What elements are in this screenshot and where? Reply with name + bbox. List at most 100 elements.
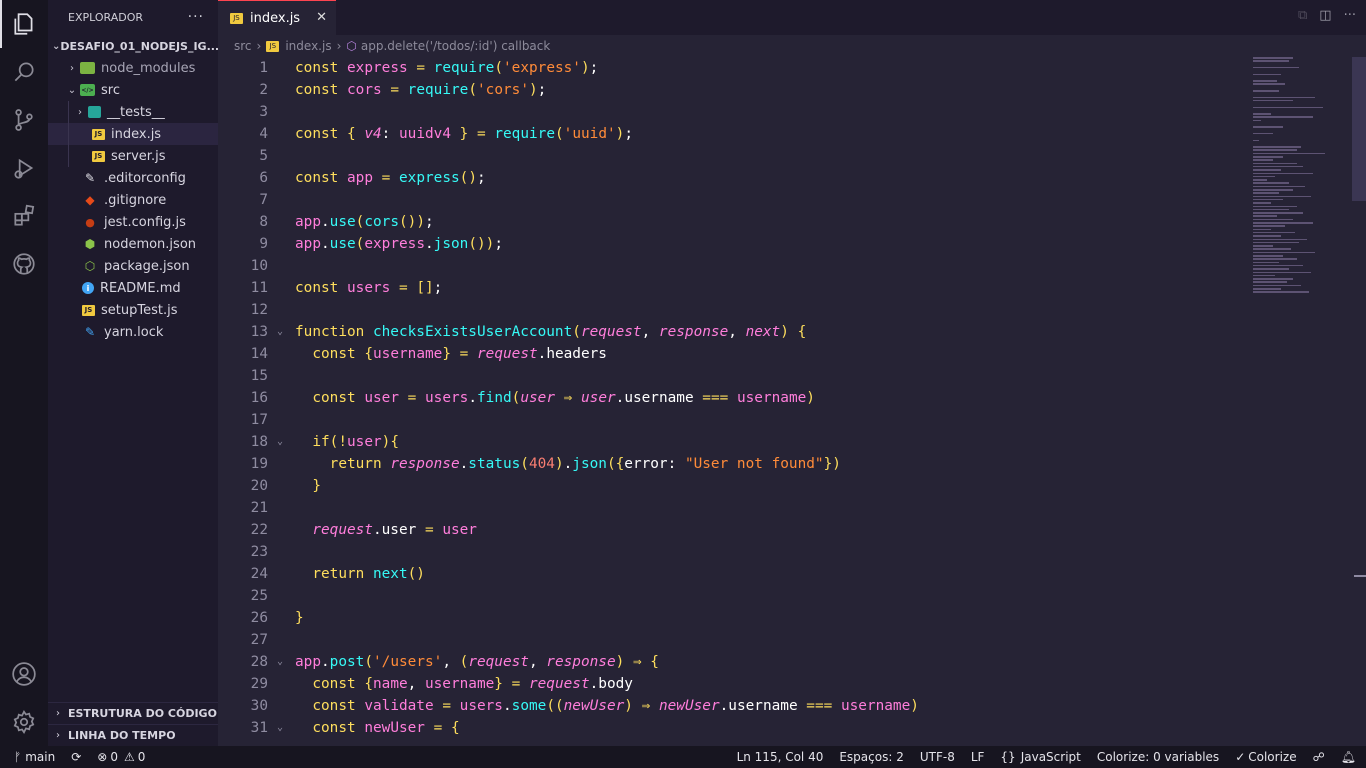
breadcrumb-folder[interactable]: src <box>234 39 252 53</box>
open-changes-icon[interactable]: ⧉ <box>1298 8 1307 23</box>
timeline-section[interactable]: › LINHA DO TEMPO <box>48 724 218 746</box>
explorer-title: EXPLORADOR <box>68 11 144 24</box>
notifications-bell-icon[interactable]: 🔔︎ <box>1341 750 1356 764</box>
minimap-line <box>1253 238 1307 240</box>
line-number: 22 <box>250 522 268 538</box>
tree-item-node-modules[interactable]: › node_modules <box>48 57 218 79</box>
code-line[interactable]: const newUser = { <box>295 717 459 739</box>
tab-bar: JS index.js ✕ ⧉ ◫ ··· <box>218 0 1366 35</box>
code-line[interactable]: return next() <box>295 563 425 585</box>
minimap-line <box>1253 225 1285 227</box>
problems-status[interactable]: ⊗ 0 ⚠ 0 <box>97 750 145 764</box>
js-icon: JS <box>92 150 105 162</box>
tree-item-label: yarn.lock <box>104 324 164 340</box>
code-line[interactable]: app.use(express.json()); <box>295 233 503 255</box>
tree-item-src[interactable]: ⌄ </> src <box>48 79 218 101</box>
line-number: 15 <box>250 368 268 384</box>
breadcrumb-file[interactable]: index.js <box>285 39 331 53</box>
code-line[interactable]: const users = []; <box>295 277 442 299</box>
tree-item-jest-config[interactable]: ● jest.config.js <box>48 211 218 233</box>
code-editor[interactable]: 1 const express = require('express'); 2 co… <box>218 57 1366 746</box>
minimap-line <box>1253 202 1271 204</box>
tree-item-label: __tests__ <box>107 104 165 120</box>
end-of-line[interactable]: LF <box>971 750 985 764</box>
status-bar: ᚠ main ⟳ ⊗ 0 ⚠ 0 Ln 115, Col 40 Espaços:… <box>0 746 1366 768</box>
tree-item-nodemon-json[interactable]: ⬢ nodemon.json <box>48 233 218 255</box>
tree-item-readme[interactable]: i README.md <box>48 277 218 299</box>
branch-status[interactable]: ᚠ main <box>14 750 55 764</box>
github-icon[interactable] <box>0 240 48 288</box>
minimap-line <box>1253 251 1315 254</box>
chevron-right-icon: › <box>256 39 262 53</box>
tree-item-setuptest[interactable]: JS setupTest.js <box>48 299 218 321</box>
account-icon[interactable] <box>0 650 48 698</box>
tab-index-js[interactable]: JS index.js ✕ <box>218 0 336 35</box>
minimap[interactable] <box>1251 57 1351 307</box>
sync-icon[interactable]: ⟳ <box>71 750 81 764</box>
tree-item-label: package.json <box>104 258 190 274</box>
tree-item-server-js[interactable]: JS server.js <box>48 145 218 167</box>
vertical-scrollbar[interactable] <box>1352 57 1366 746</box>
split-editor-icon[interactable]: ◫ <box>1319 8 1331 23</box>
nodemon-icon: ⬢ <box>84 237 96 251</box>
colorize-variables[interactable]: Colorize: 0 variables <box>1097 750 1219 764</box>
minimap-line <box>1253 132 1273 135</box>
line-number: 19 <box>250 456 268 472</box>
tree-item-package-json[interactable]: ⬡ package.json <box>48 255 218 277</box>
minimap-line <box>1253 231 1295 234</box>
run-debug-icon[interactable] <box>0 144 48 192</box>
code-line[interactable]: app.post('/users', (request, response) ⇒… <box>295 651 659 673</box>
minimap-line <box>1253 248 1291 250</box>
minimap-line <box>1253 60 1289 62</box>
fold-chevron-icon[interactable]: ⌄ <box>277 321 289 343</box>
encoding[interactable]: UTF-8 <box>920 750 955 764</box>
minimap-line <box>1253 274 1275 277</box>
line-number: 20 <box>250 478 268 494</box>
minimap-line <box>1253 261 1279 264</box>
extensions-icon[interactable] <box>0 192 48 240</box>
code-line[interactable]: const express = require('express'); <box>295 57 598 79</box>
code-line[interactable]: const { v4: uuidv4 } = require('uuid'); <box>295 123 633 145</box>
outline-section[interactable]: › ESTRUTURA DO CÓDIGO <box>48 702 218 724</box>
colorize-toggle[interactable]: ✓ Colorize <box>1235 750 1296 764</box>
feedback-icon[interactable]: ☍ <box>1313 750 1325 764</box>
tree-item-index-js[interactable]: JS index.js <box>48 123 218 145</box>
jest-icon: ● <box>85 215 95 229</box>
breadcrumb-symbol[interactable]: app.delete('/todos/:id') callback <box>361 39 550 53</box>
search-icon[interactable] <box>0 48 48 96</box>
fold-chevron-icon[interactable]: ⌄ <box>277 431 289 453</box>
tree-item-gitignore[interactable]: ◆ .gitignore <box>48 189 218 211</box>
code-line[interactable]: const validate = users.some((newUser) ⇒ … <box>295 695 919 717</box>
tree-item-yarn-lock[interactable]: ✎ yarn.lock <box>48 321 218 343</box>
code-line[interactable]: const {username} = request.headers <box>295 343 607 365</box>
code-line[interactable]: } <box>295 607 304 629</box>
minimap-line <box>1253 278 1293 280</box>
code-line[interactable]: const {name, username} = request.body <box>295 673 633 695</box>
code-line[interactable]: function checksExistsUserAccount(request… <box>295 321 806 343</box>
cursor-position[interactable]: Ln 115, Col 40 <box>737 750 824 764</box>
explorer-icon[interactable] <box>0 0 48 48</box>
yarn-icon: ✎ <box>84 325 96 339</box>
code-line[interactable]: if(!user){ <box>295 431 399 453</box>
code-line[interactable]: app.use(cors()); <box>295 211 434 233</box>
scrollbar-thumb[interactable] <box>1352 57 1366 201</box>
more-actions-icon[interactable]: ··· <box>1344 8 1356 23</box>
code-line[interactable]: return response.status(404).json({error:… <box>295 453 841 475</box>
language-mode[interactable]: {} JavaScript <box>1000 750 1080 764</box>
indentation[interactable]: Espaços: 2 <box>839 750 904 764</box>
tree-item-editorconfig[interactable]: ✎ .editorconfig <box>48 167 218 189</box>
code-line[interactable]: const cors = require('cors'); <box>295 79 546 101</box>
workspace-root[interactable]: ⌄ DESAFIO_01_NODEJS_IG... <box>48 35 218 57</box>
source-control-icon[interactable] <box>0 96 48 144</box>
code-line[interactable]: } <box>295 475 321 497</box>
settings-gear-icon[interactable] <box>0 698 48 746</box>
minimap-line <box>1253 149 1297 151</box>
fold-chevron-icon[interactable]: ⌄ <box>277 651 289 673</box>
fold-chevron-icon[interactable]: ⌄ <box>277 717 289 739</box>
code-line[interactable]: request.user = user <box>295 519 477 541</box>
close-icon[interactable]: ✕ <box>316 10 327 25</box>
code-line[interactable]: const app = express(); <box>295 167 486 189</box>
more-actions-icon[interactable]: ··· <box>188 9 204 25</box>
code-line[interactable]: const user = users.find(user ⇒ user.user… <box>295 387 815 409</box>
tree-item-tests[interactable]: › __tests__ <box>48 101 218 123</box>
